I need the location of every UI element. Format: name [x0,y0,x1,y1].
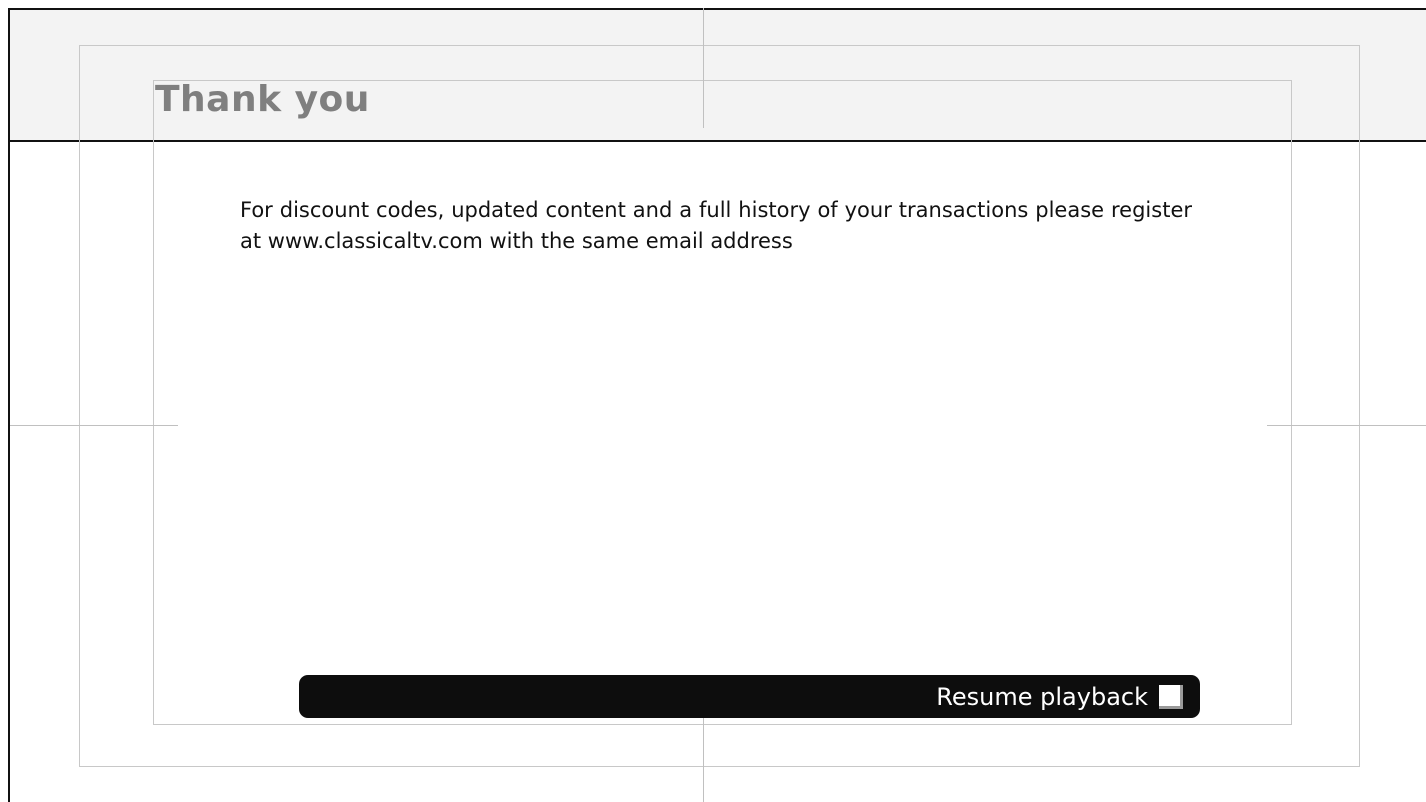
resume-playback-button[interactable]: Resume playback [299,675,1200,718]
center-guide-left [10,425,178,426]
safe-area-inner-guide [153,80,1292,725]
thank-you-screen: Thank you For discount codes, updated co… [0,0,1426,802]
center-guide-right [1267,425,1426,426]
registration-message: For discount codes, updated content and … [240,198,1192,253]
resume-playback-label: Resume playback [936,683,1148,711]
square-key-icon [1159,685,1183,709]
page-title: Thank you [155,79,370,120]
center-guide-top [703,8,704,128]
left-border [8,142,10,802]
